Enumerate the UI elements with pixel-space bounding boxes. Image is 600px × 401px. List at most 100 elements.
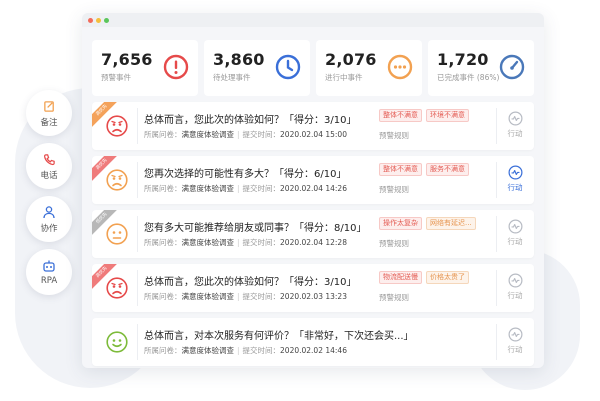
phone-icon bbox=[43, 152, 56, 167]
issue-tag[interactable]: 价格太贵了 bbox=[426, 271, 469, 284]
sad-face-icon bbox=[106, 277, 128, 299]
divider bbox=[496, 162, 497, 198]
pulse-circle-icon bbox=[508, 219, 522, 234]
meta-separator: | bbox=[237, 346, 240, 355]
pulse-circle-icon bbox=[508, 273, 522, 288]
alert-rule-link[interactable]: 预警规则 bbox=[379, 184, 409, 195]
survey-name[interactable]: 满意度体验调查 bbox=[182, 346, 235, 355]
divider bbox=[137, 270, 138, 306]
question-text: 总体而言，您此次的体验如何？「得分：3/10」 bbox=[144, 277, 357, 288]
side-button-label: 协作 bbox=[40, 223, 58, 234]
action-button[interactable]: 行动 bbox=[498, 271, 532, 305]
survey-label: 所属问卷： bbox=[144, 292, 182, 301]
issue-tag[interactable]: 整体不满意 bbox=[379, 163, 422, 176]
time-label: 提交时间： bbox=[242, 238, 281, 247]
time-label: 提交时间： bbox=[242, 184, 281, 193]
action-button[interactable]: 行动 bbox=[498, 325, 532, 359]
issue-tag[interactable]: 整体不满意 bbox=[379, 109, 422, 122]
submit-time: 2020.02.03 13:23 bbox=[280, 292, 347, 301]
sad-face-icon bbox=[106, 115, 128, 137]
divider bbox=[137, 162, 138, 198]
survey-name[interactable]: 满意度体验调查 bbox=[182, 184, 235, 193]
collaborate-user-icon bbox=[42, 205, 56, 220]
divider bbox=[496, 324, 497, 360]
divider bbox=[496, 216, 497, 252]
edit-note-icon bbox=[43, 99, 56, 114]
minimize-window-button[interactable] bbox=[96, 17, 101, 23]
divider bbox=[496, 270, 497, 306]
issue-tag[interactable]: 网络有延迟... bbox=[426, 217, 476, 230]
side-button-label: RPA bbox=[40, 275, 58, 286]
alert-card[interactable]: 高优先 您再次选择的可能性有多大？「得分：6/10」 所属问卷：满意度体验调查 | 提交… bbox=[92, 156, 534, 204]
alert-rule-link[interactable]: 预警规则 bbox=[379, 238, 409, 249]
happy-face-icon bbox=[106, 331, 128, 353]
divider bbox=[496, 108, 497, 144]
action-label: 行动 bbox=[507, 345, 523, 354]
stat-card-completed[interactable]: 1,720 已完成事件 (86%) bbox=[428, 40, 534, 96]
survey-label: 所属问卷： bbox=[144, 130, 182, 139]
stat-card-pending[interactable]: 3,860 待处理事件 bbox=[204, 40, 310, 96]
survey-name[interactable]: 满意度体验调查 bbox=[182, 292, 235, 301]
issue-tag[interactable]: 操作太复杂 bbox=[379, 217, 422, 230]
question-text: 总体而言，对本次服务有何评价？「非常好，下次还会买...」 bbox=[144, 331, 414, 342]
stats-bar: 7,656 预警事件 3,860 待处理事件 2,076 进行中事件 1,720… bbox=[92, 40, 534, 96]
divider bbox=[137, 324, 138, 360]
time-label: 提交时间： bbox=[242, 130, 281, 139]
tag-list: 整体不满意 服务不满意 bbox=[379, 163, 469, 176]
action-label: 行动 bbox=[507, 129, 523, 138]
side-button-rpa[interactable]: RPA bbox=[26, 249, 72, 295]
action-button[interactable]: 行动 bbox=[498, 217, 532, 251]
pulse-circle-icon bbox=[508, 327, 522, 342]
action-button[interactable]: 行动 bbox=[498, 109, 532, 143]
divider bbox=[137, 108, 138, 144]
action-label: 行动 bbox=[507, 237, 523, 246]
side-button-label: 备注 bbox=[40, 117, 58, 128]
maximize-window-button[interactable] bbox=[104, 17, 109, 23]
gauge-icon bbox=[499, 54, 525, 80]
stat-card-in-progress[interactable]: 2,076 进行中事件 bbox=[316, 40, 422, 96]
alert-card[interactable]: 高优先 总体而言，您此次的体验如何？「得分：3/10」 所属问卷：满意度体验调查 | 提… bbox=[92, 102, 534, 150]
pulse-circle-icon bbox=[508, 165, 522, 180]
card-meta: 所属问卷：满意度体验调查 | 提交时间：2020.02.02 14:46 bbox=[144, 345, 347, 356]
alert-card[interactable]: 低优先 您有多大可能推荐给朋友或同事？「得分：8/10」 所属问卷：满意度体验调查 |… bbox=[92, 210, 534, 258]
side-button-label: 电话 bbox=[40, 170, 58, 181]
time-label: 提交时间： bbox=[242, 346, 281, 355]
alert-event-list: 高优先 总体而言，您此次的体验如何？「得分：3/10」 所属问卷：满意度体验调查 | 提… bbox=[92, 96, 534, 366]
action-label: 行动 bbox=[507, 291, 523, 300]
submit-time: 2020.02.04 14:26 bbox=[280, 184, 347, 193]
question-text: 总体而言，您此次的体验如何？「得分：3/10」 bbox=[144, 115, 357, 126]
survey-name[interactable]: 满意度体验调查 bbox=[182, 130, 235, 139]
sad-face-icon bbox=[106, 169, 128, 191]
alert-card[interactable]: 高优先 总体而言，您此次的体验如何？「得分：3/10」 所属问卷：满意度体验调查 | 提… bbox=[92, 264, 534, 312]
submit-time: 2020.02.04 12:28 bbox=[280, 238, 347, 247]
side-button-collaborate[interactable]: 协作 bbox=[26, 196, 72, 242]
alert-rule-link[interactable]: 预警规则 bbox=[379, 292, 409, 303]
card-meta: 所属问卷：满意度体验调查 | 提交时间：2020.02.04 14:26 bbox=[144, 183, 347, 194]
action-button[interactable]: 行动 bbox=[498, 163, 532, 197]
meta-separator: | bbox=[237, 238, 240, 247]
submit-time: 2020.02.02 14:46 bbox=[280, 346, 347, 355]
close-window-button[interactable] bbox=[88, 17, 93, 23]
quick-action-menu: 备注 电话 协作 RPA bbox=[26, 90, 72, 302]
submit-time: 2020.02.04 15:00 bbox=[280, 130, 347, 139]
stat-card-alerts[interactable]: 7,656 预警事件 bbox=[92, 40, 198, 96]
issue-tag[interactable]: 环境不满意 bbox=[426, 109, 469, 122]
side-button-note[interactable]: 备注 bbox=[26, 90, 72, 136]
window-titlebar bbox=[82, 13, 544, 27]
alert-card[interactable]: 总体而言，对本次服务有何评价？「非常好，下次还会买...」 所属问卷：满意度体验调… bbox=[92, 318, 534, 366]
alert-rule-link[interactable]: 预警规则 bbox=[379, 130, 409, 141]
issue-tag[interactable]: 服务不满意 bbox=[426, 163, 469, 176]
tag-list: 操作太复杂 网络有延迟... bbox=[379, 217, 476, 230]
tag-list: 物流配送慢 价格太贵了 bbox=[379, 271, 469, 284]
meta-separator: | bbox=[237, 292, 240, 301]
neutral-face-icon bbox=[106, 223, 128, 245]
card-meta: 所属问卷：满意度体验调查 | 提交时间：2020.02.03 13:23 bbox=[144, 291, 347, 302]
app-window: 7,656 预警事件 3,860 待处理事件 2,076 进行中事件 1,720… bbox=[82, 13, 544, 368]
clock-icon bbox=[275, 54, 301, 80]
side-button-phone[interactable]: 电话 bbox=[26, 143, 72, 189]
survey-name[interactable]: 满意度体验调查 bbox=[182, 238, 235, 247]
issue-tag[interactable]: 物流配送慢 bbox=[379, 271, 422, 284]
divider bbox=[137, 216, 138, 252]
survey-label: 所属问卷： bbox=[144, 238, 182, 247]
time-label: 提交时间： bbox=[242, 292, 281, 301]
